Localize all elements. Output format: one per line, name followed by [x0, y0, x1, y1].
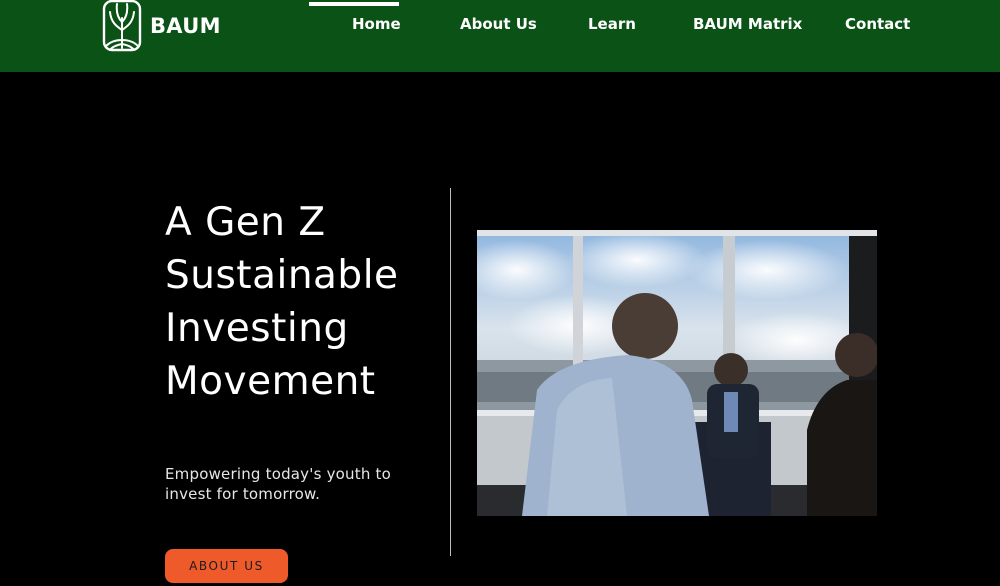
brand-logo[interactable]: BAUM	[102, 0, 221, 52]
hero-title-line: Sustainable	[165, 253, 399, 298]
hero-photo	[477, 230, 877, 516]
meeting-photo-image	[477, 230, 877, 516]
hero-title-line: A Gen Z	[165, 200, 326, 245]
tree-icon	[102, 0, 142, 52]
nav-contact[interactable]: Contact	[845, 14, 910, 34]
hero-title-line: Movement	[165, 359, 376, 404]
nav-about-us[interactable]: About Us	[460, 14, 537, 34]
hero-subtitle: Empowering today's youth to invest for t…	[165, 465, 391, 503]
nav-learn[interactable]: Learn	[588, 14, 636, 34]
nav-home[interactable]: Home	[352, 14, 401, 34]
about-us-button[interactable]: ABOUT US	[165, 549, 288, 583]
brand-name: BAUM	[150, 14, 221, 38]
nav-baum-matrix[interactable]: BAUM Matrix	[693, 14, 802, 34]
hero-title-line: Investing	[165, 306, 349, 351]
nav-active-indicator	[309, 2, 399, 6]
vertical-divider	[450, 188, 451, 556]
site-header: BAUM Home About Us Learn BAUM Matrix Con…	[0, 0, 1000, 72]
hero-title: A Gen Z Sustainable Investing Movement	[165, 196, 445, 408]
